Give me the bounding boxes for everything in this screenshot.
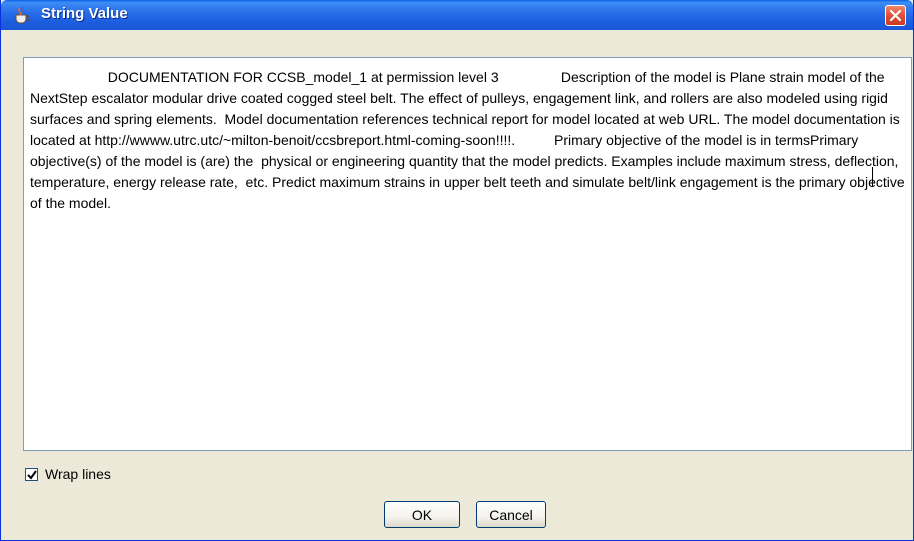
- text-caret: [872, 167, 873, 187]
- java-cup-icon: [12, 6, 32, 24]
- cancel-button[interactable]: Cancel: [476, 501, 546, 528]
- string-value-textarea[interactable]: DOCUMENTATION FOR CCSB_model_1 at permis…: [23, 57, 912, 451]
- string-value-dialog: String Value DOCUMENTATION FOR CCSB_mode…: [0, 0, 914, 541]
- ok-button[interactable]: OK: [384, 501, 460, 528]
- close-x-icon: [889, 9, 902, 22]
- wrap-lines-label: Wrap lines: [45, 466, 111, 482]
- checkmark-icon: [27, 469, 37, 480]
- wrap-lines-checkbox[interactable]: [25, 467, 38, 481]
- wrap-lines-option[interactable]: Wrap lines: [25, 465, 111, 483]
- textarea-content: DOCUMENTATION FOR CCSB_model_1 at permis…: [30, 69, 909, 211]
- title-bar[interactable]: String Value: [1, 0, 913, 30]
- close-button[interactable]: [885, 5, 906, 26]
- window-title: String Value: [41, 5, 128, 22]
